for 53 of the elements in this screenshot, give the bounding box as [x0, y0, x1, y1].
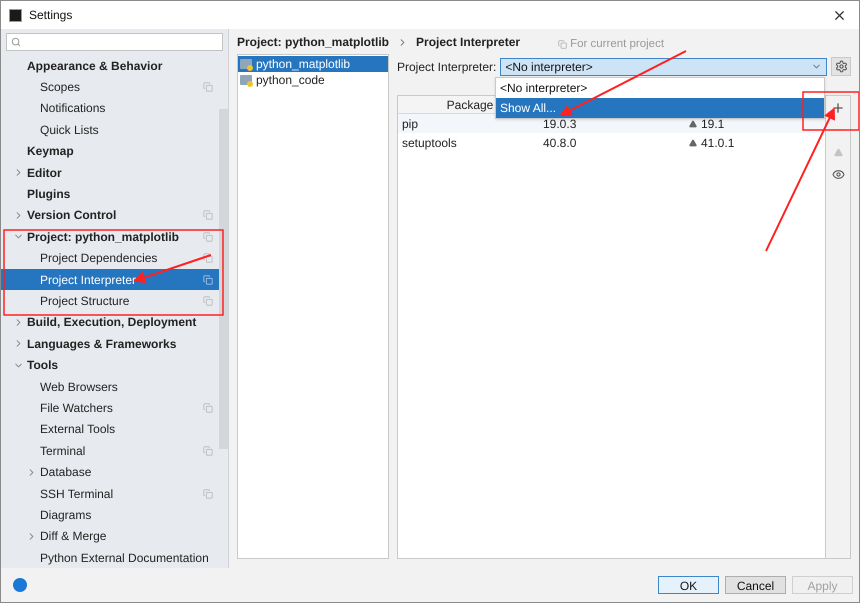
table-cell-text: 40.8.0	[543, 134, 578, 152]
highlight-frame	[802, 91, 859, 131]
python-folder-icon	[240, 75, 252, 85]
project-item[interactable]: python_code	[238, 72, 388, 88]
dropdown-option[interactable]: <No interpreter>	[496, 78, 824, 98]
interpreter-dropdown[interactable]: <No interpreter>	[500, 58, 827, 76]
sidebar-item[interactable]: Project Interpreter	[1, 268, 219, 290]
search-field[interactable]	[6, 33, 223, 51]
sidebar-item[interactable]: Keymap	[1, 140, 219, 162]
table-cell-text: setuptools	[401, 134, 458, 152]
dropdown-option[interactable]: Show All...	[496, 98, 824, 118]
table-cell-text: pip	[401, 116, 420, 132]
python-folder-icon	[240, 59, 252, 69]
sidebar-item[interactable]: External Tools	[1, 418, 219, 440]
sidebar-item[interactable]: Tools	[1, 354, 219, 376]
sidebar-item[interactable]: Python External Documentation	[1, 546, 219, 568]
sidebar-item[interactable]: SSH Terminal	[1, 482, 219, 504]
sidebar-item[interactable]: Project: python_matplotlib	[1, 226, 219, 248]
search-icon	[11, 37, 21, 47]
table-cell-text: 19.1	[701, 116, 724, 132]
dialog-button[interactable]: OK	[658, 576, 719, 594]
copy-icon	[558, 40, 568, 49]
sidebar-item[interactable]: Diff & Merge	[1, 526, 219, 547]
table-cell-text: 41.0.1	[701, 134, 734, 152]
app-logo-icon	[9, 8, 22, 22]
sidebar-item[interactable]: Languages & Frameworks	[1, 333, 219, 354]
dialog-button[interactable]: Cancel	[725, 576, 786, 594]
sidebar-item[interactable]: Plugins	[1, 183, 219, 205]
gear-icon	[834, 60, 848, 73]
sidebar-item[interactable]: Version Control	[1, 204, 219, 226]
sidebar-item[interactable]: Web Browsers	[1, 376, 219, 398]
scrollbar-thumb[interactable]	[219, 109, 228, 449]
sidebar-item[interactable]: Notifications	[1, 98, 219, 120]
sidebar-item[interactable]: Project Structure	[1, 290, 219, 312]
sidebar-item[interactable]: Appearance & Behavior	[1, 55, 219, 76]
sidebar-item[interactable]: Project Dependencies	[1, 248, 219, 269]
breadcrumb-item: Project Interpreter	[416, 34, 520, 51]
project-item[interactable]: python_matplotlib	[238, 56, 388, 72]
scope-note: For current project	[570, 36, 664, 52]
sidebar-item[interactable]: Build, Execution, Deployment	[1, 312, 219, 334]
sidebar-item[interactable]: Scopes	[1, 76, 219, 98]
sidebar-item[interactable]: Editor	[1, 162, 219, 184]
settings-button[interactable]	[831, 57, 851, 76]
breadcrumb-item: Project: python_matplotlib	[237, 34, 390, 51]
window-title: Settings	[29, 7, 72, 24]
sidebar-item[interactable]: Terminal	[1, 440, 219, 462]
table-cell-text: 19.0.3	[543, 116, 578, 132]
interpreter-label: Project Interpreter:	[397, 58, 496, 76]
sidebar-item[interactable]: Database	[1, 461, 219, 483]
help-icon[interactable]	[13, 578, 27, 592]
sidebar-item[interactable]: File Watchers	[1, 397, 219, 419]
sidebar-item[interactable]: Quick Lists	[1, 119, 219, 141]
sidebar-item[interactable]: Diagrams	[1, 504, 219, 526]
